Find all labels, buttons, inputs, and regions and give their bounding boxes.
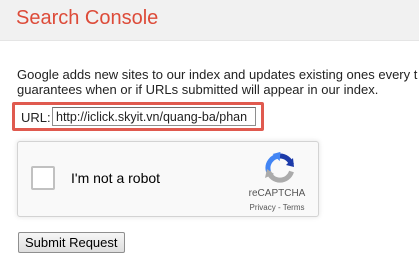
app-title: Search Console <box>16 7 159 29</box>
page: Search Console Google adds new sites to … <box>0 0 419 269</box>
recaptcha-label: I'm not a robot <box>71 170 161 186</box>
description-text: Google adds new sites to our index and u… <box>17 67 419 97</box>
recaptcha-checkbox[interactable] <box>31 166 55 190</box>
url-field-highlight: URL: <box>12 102 264 131</box>
recaptcha-privacy-link[interactable]: Privacy <box>250 203 276 212</box>
recaptcha-brand: reCAPTCHA <box>248 188 306 199</box>
recaptcha-legal-separator: - <box>275 203 283 212</box>
recaptcha-widget: I'm not a robot reCAPTCHA Privacy - Term… <box>17 141 319 217</box>
description-line-2: guarantees when or if URLs submitted wil… <box>17 82 379 97</box>
submit-request-button[interactable]: Submit Request <box>18 232 125 253</box>
description-line-1: Google adds new sites to our index and u… <box>17 67 418 82</box>
recaptcha-terms-link[interactable]: Terms <box>283 203 305 212</box>
url-label: URL: <box>21 110 51 125</box>
url-input[interactable] <box>52 107 256 126</box>
app-header: Search Console <box>0 0 419 41</box>
recaptcha-legal: Privacy - Terms <box>239 203 315 213</box>
recaptcha-logo-icon <box>265 152 294 183</box>
